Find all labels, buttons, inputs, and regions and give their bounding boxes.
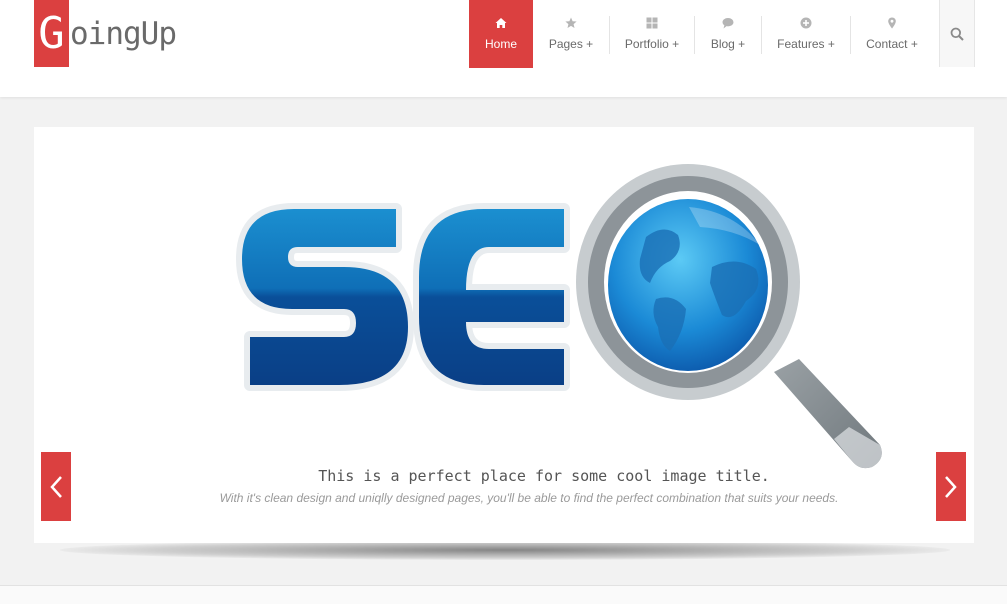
grid-icon: [646, 17, 658, 29]
slide-caption-subtitle: With it's clean design and uniqlly desig…: [219, 491, 839, 505]
nav-item-blog[interactable]: Blog +: [695, 0, 761, 68]
slider-prev-button[interactable]: [41, 452, 71, 521]
nav-item-features[interactable]: Features +: [762, 0, 850, 68]
nav-item-contact[interactable]: Contact +: [851, 0, 933, 68]
site-logo[interactable]: G oingUp: [34, 0, 177, 67]
home-icon: [495, 18, 507, 28]
slider-next-button[interactable]: [936, 452, 966, 521]
main-nav: Home Pages + Portfolio + Blog + Features…: [469, 0, 933, 68]
site-header: G oingUp Home Pages + Portfolio + Blog +…: [0, 0, 1007, 97]
nav-item-portfolio[interactable]: Portfolio +: [610, 0, 694, 68]
chevron-left-icon: [50, 475, 62, 498]
nav-label-features: Features +: [777, 37, 835, 51]
plus-circle-icon: [800, 17, 812, 29]
footer-strip: [0, 586, 1007, 604]
nav-item-pages[interactable]: Pages +: [533, 0, 609, 68]
nav-label-contact: Contact +: [866, 37, 918, 51]
slider-shadow: [60, 540, 950, 560]
chat-icon: [722, 18, 734, 29]
search-button[interactable]: [939, 0, 975, 67]
slide-caption-title: This is a perfect place for some cool im…: [318, 467, 770, 485]
nav-label-home: Home: [484, 37, 517, 51]
nav-label-portfolio: Portfolio +: [624, 37, 680, 51]
logo-text: oingUp: [70, 15, 177, 52]
chevron-right-icon: [945, 475, 957, 498]
map-pin-icon: [888, 17, 896, 29]
search-icon: [950, 27, 964, 41]
star-icon: [565, 17, 577, 28]
logo-initial: G: [34, 0, 69, 67]
nav-label-pages: Pages +: [548, 37, 594, 51]
nav-item-home[interactable]: Home: [469, 0, 533, 68]
hero-slider: This is a perfect place for some cool im…: [34, 127, 974, 543]
nav-label-blog: Blog +: [710, 37, 746, 51]
